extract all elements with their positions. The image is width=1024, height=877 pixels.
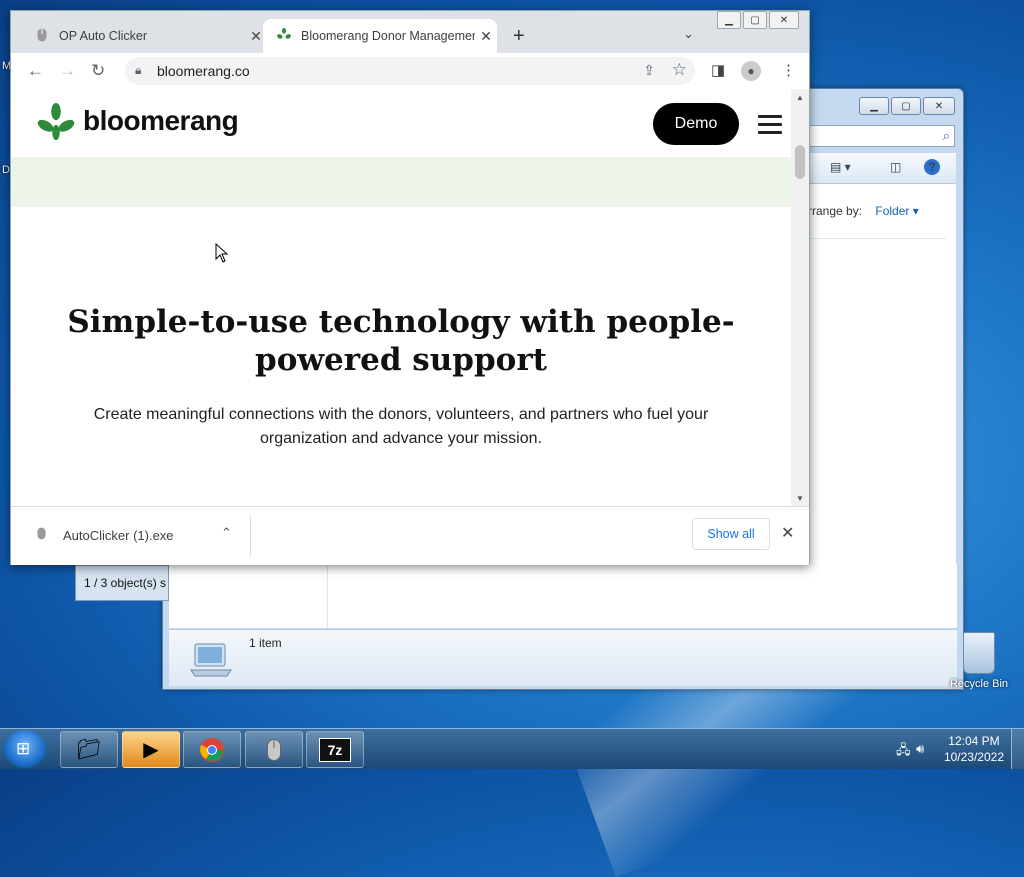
bloomerang-logo-icon[interactable] bbox=[37, 103, 75, 141]
mouse-cursor-icon bbox=[215, 243, 229, 263]
browser-toolbar: ← → ↻ 🔒︎ bloomerang.co ⇪ ☆ ◨ ● ⋮ bbox=[11, 53, 809, 89]
scroll-up-arrow-icon[interactable]: ▲ bbox=[796, 93, 804, 102]
tab-title: Bloomerang Donor Management bbox=[301, 29, 475, 43]
divider bbox=[250, 515, 251, 557]
status-text: 1 / 3 object(s) s bbox=[84, 576, 167, 590]
maximize-button[interactable]: ▢ bbox=[743, 11, 767, 29]
forward-button[interactable]: → bbox=[59, 61, 76, 81]
chevron-up-icon[interactable]: ⌃ bbox=[221, 525, 232, 541]
explorer-lower-pane bbox=[169, 564, 957, 628]
minimize-button[interactable]: ▁ bbox=[717, 11, 741, 29]
promo-band bbox=[11, 157, 791, 207]
profile-avatar-icon[interactable]: ● bbox=[741, 61, 761, 81]
file-icon bbox=[37, 527, 46, 543]
desktop-icon-label-partial[interactable]: D bbox=[2, 164, 10, 176]
demo-button[interactable]: Demo bbox=[653, 103, 739, 145]
view-options-icon[interactable]: ▤ ▾ bbox=[830, 160, 851, 174]
show-desktop-button[interactable] bbox=[1011, 729, 1024, 769]
item-count: 1 item bbox=[249, 636, 282, 650]
clock-date: 10/23/2022 bbox=[943, 750, 1004, 764]
side-panel-icon[interactable]: ◨ bbox=[711, 61, 725, 79]
address-bar[interactable]: 🔒︎ bloomerang.co ⇪ ☆ bbox=[125, 57, 695, 85]
explorer-search-input[interactable]: ⌕ bbox=[803, 125, 955, 147]
scroll-down-arrow-icon[interactable]: ▼ bbox=[796, 494, 804, 503]
close-button[interactable]: ✕ bbox=[923, 97, 955, 115]
tab-search-chevron-icon[interactable]: ⌄ bbox=[683, 26, 694, 42]
help-icon[interactable]: ? bbox=[924, 159, 940, 175]
hamburger-menu-icon[interactable] bbox=[758, 115, 782, 134]
close-icon[interactable]: ✕ bbox=[781, 523, 794, 543]
arrange-by: rrange by: Folder ▾ bbox=[808, 204, 919, 218]
arrange-by-dropdown[interactable]: Folder ▾ bbox=[875, 204, 918, 218]
taskbar: ⊞ 📁︎ ▶ 7z 🖧︎ 🔊︎ 12:04 PM 10/23/2022 bbox=[0, 728, 1024, 769]
web-page: bloomerang Demo Simple-to-use technology… bbox=[11, 89, 791, 506]
network-icon[interactable]: 🖧︎ bbox=[896, 741, 911, 763]
computer-icon bbox=[190, 643, 232, 677]
clock-time: 12:04 PM bbox=[948, 734, 1000, 748]
site-header: bloomerang Demo bbox=[11, 89, 791, 158]
recycle-bin-icon bbox=[963, 632, 995, 674]
arrange-by-value: Folder bbox=[875, 204, 910, 218]
explorer-content: rrange by: Folder ▾ bbox=[808, 184, 956, 624]
preview-pane-icon[interactable]: ◫ bbox=[890, 160, 901, 174]
media-player-icon[interactable]: ▶ bbox=[122, 731, 180, 768]
start-button[interactable]: ⊞ bbox=[4, 730, 46, 768]
page-scrollbar[interactable]: ▲ ▼ bbox=[791, 89, 809, 506]
windows-logo-icon: ⊞ bbox=[16, 739, 31, 758]
lock-icon[interactable]: 🔒︎ bbox=[135, 63, 141, 78]
download-shelf: AutoClicker (1).exe ⌃ Show all ✕ bbox=[11, 506, 809, 565]
recycle-bin[interactable]: Recycle Bin bbox=[944, 632, 1014, 690]
bloomerang-leaf-icon bbox=[277, 27, 291, 45]
tab-op-auto-clicker[interactable]: OP Auto Clicker ✕ bbox=[21, 19, 267, 53]
close-button[interactable]: ✕ bbox=[769, 11, 799, 29]
scrollbar-thumb[interactable] bbox=[795, 145, 805, 179]
brand-wordmark[interactable]: bloomerang bbox=[83, 105, 239, 137]
clock[interactable]: 12:04 PM 10/23/2022 bbox=[944, 733, 1004, 765]
hero-subtitle: Create meaningful connections with the d… bbox=[93, 406, 709, 447]
tab-title: OP Auto Clicker bbox=[59, 29, 148, 43]
minimize-button[interactable]: ▁ bbox=[859, 97, 889, 115]
close-tab-icon[interactable]: ✕ bbox=[475, 28, 497, 45]
chrome-window-controls: ▁ ▢ ✕ bbox=[717, 11, 799, 29]
share-icon[interactable]: ⇪ bbox=[643, 62, 655, 79]
background-window-status[interactable]: 1 / 3 object(s) s bbox=[75, 565, 169, 601]
recycle-bin-label: Recycle Bin bbox=[949, 678, 1009, 690]
search-icon: ⌕ bbox=[942, 128, 950, 143]
mouse-icon[interactable] bbox=[245, 731, 303, 768]
chrome-icon[interactable] bbox=[183, 731, 241, 768]
explorer-window-controls: ▁ ▢ ✕ bbox=[859, 97, 955, 115]
download-filename[interactable]: AutoClicker (1).exe bbox=[63, 528, 174, 543]
tab-bloomerang[interactable]: Bloomerang Donor Management ✕ bbox=[263, 19, 497, 53]
url-text: bloomerang.co bbox=[157, 63, 250, 79]
mouse-icon bbox=[35, 28, 49, 45]
explorer-details-pane: 1 item bbox=[169, 629, 957, 686]
chrome-window[interactable]: ▁ ▢ ✕ OP Auto Clicker ✕ Bloomerang Donor… bbox=[10, 10, 810, 565]
show-all-button[interactable]: Show all bbox=[692, 518, 770, 550]
maximize-button[interactable]: ▢ bbox=[891, 97, 921, 115]
volume-icon[interactable]: 🔊︎ bbox=[916, 741, 924, 757]
arrange-by-label: rrange by: bbox=[808, 204, 863, 218]
pane-divider bbox=[327, 564, 328, 628]
7zip-icon[interactable]: 7z bbox=[306, 731, 364, 768]
back-button[interactable]: ← bbox=[27, 61, 44, 81]
hero-title: Simple-to-use technology with people-pow… bbox=[67, 304, 735, 378]
chrome-menu-icon[interactable]: ⋮ bbox=[781, 61, 796, 79]
7zip-label: 7z bbox=[319, 737, 351, 762]
bookmark-star-icon[interactable]: ☆ bbox=[672, 60, 687, 80]
reload-button[interactable]: ↻ bbox=[91, 61, 105, 81]
explorer-toolbar: ▤ ▾ ◫ ? bbox=[808, 153, 956, 184]
explorer-icon[interactable]: 📁︎ bbox=[60, 731, 118, 768]
divider bbox=[808, 238, 946, 239]
new-tab-button[interactable]: + bbox=[513, 25, 525, 48]
